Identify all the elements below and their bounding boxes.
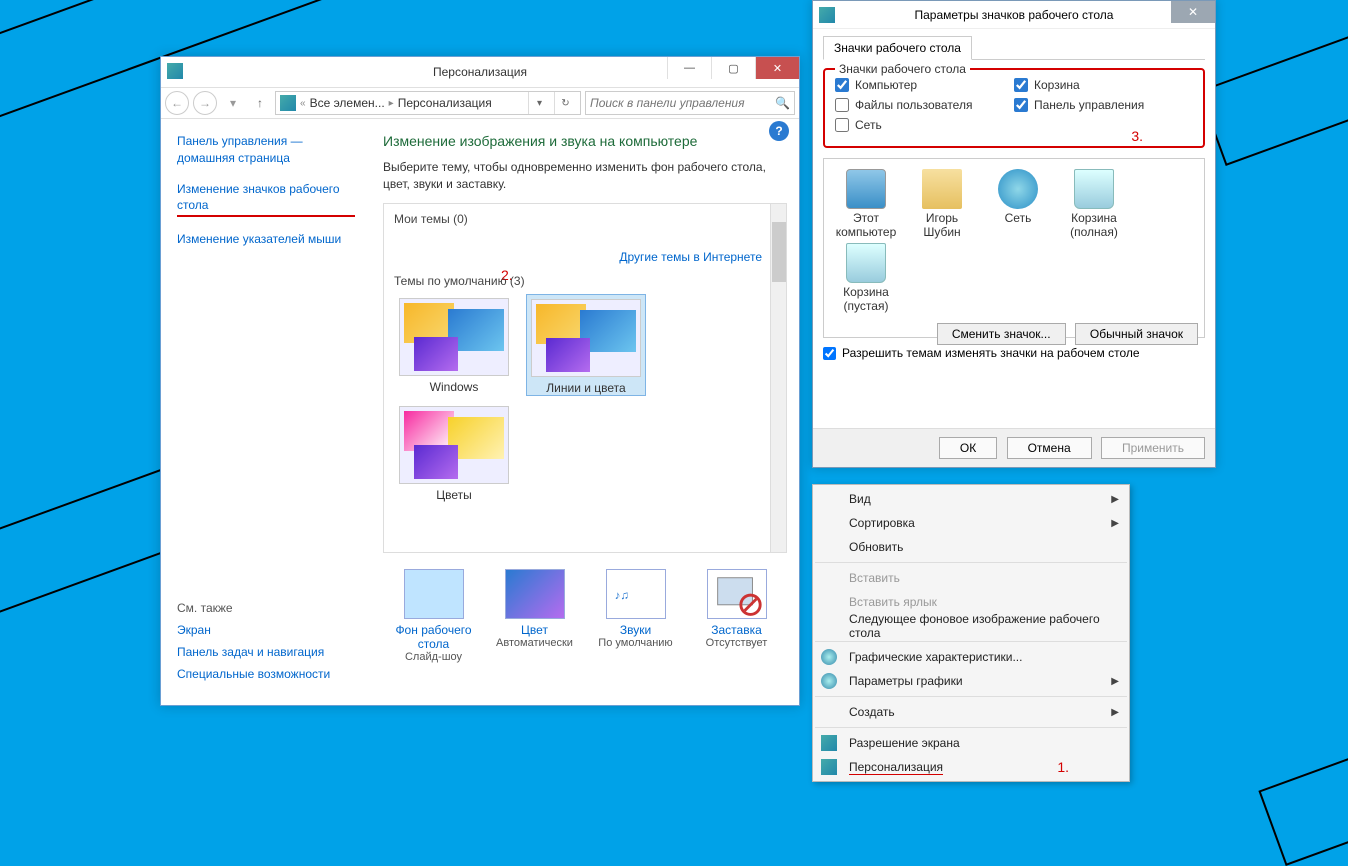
sounds-item[interactable]: ♪♫ Звуки По умолчанию: [591, 569, 681, 663]
icon-bin-empty[interactable]: Корзина (пустая): [830, 243, 902, 313]
themes-panel: Мои темы (0) Другие темы в Интернете Тем…: [383, 203, 787, 553]
breadcrumb-prev[interactable]: Все элемен...: [310, 96, 385, 110]
sidebar-home-link[interactable]: Панель управления — домашняя страница: [177, 133, 361, 167]
see-also-heading: См. также: [177, 601, 330, 615]
tab-desktop-icons[interactable]: Значки рабочего стола: [823, 36, 972, 60]
scrollbar[interactable]: [770, 204, 786, 552]
theme-lines-colors[interactable]: Линии и цвета: [526, 294, 646, 396]
help-button[interactable]: ?: [769, 121, 789, 141]
desktop-icons-dialog: Параметры значков рабочего стола ✕ Значк…: [812, 0, 1216, 468]
check-recycle-bin[interactable]: Корзина: [1014, 78, 1193, 92]
screensaver-item[interactable]: Заставка Отсутствует: [692, 569, 782, 663]
menu-refresh[interactable]: Обновить: [813, 535, 1129, 559]
bottom-options: Фон рабочего стола Слайд-шоу Цвет Автома…: [383, 569, 787, 663]
check-control-panel[interactable]: Панель управления: [1014, 98, 1193, 112]
menu-graphics-properties[interactable]: Графические характеристики...: [813, 645, 1129, 669]
address-dropdown[interactable]: ▾: [528, 92, 550, 114]
search-box[interactable]: 🔍: [585, 91, 795, 115]
titlebar[interactable]: Персонализация — ▢ ✕: [161, 57, 799, 87]
menu-paste[interactable]: Вставить: [813, 566, 1129, 590]
icon-preview-box: Этот компьютер Игорь Шубин Сеть Корзина …: [823, 158, 1205, 338]
address-bar[interactable]: « Все элемен... ▸ Персонализация ▾ ↻: [275, 91, 581, 115]
close-button[interactable]: ✕: [755, 57, 799, 79]
display-icon: [821, 735, 837, 751]
personalization-window: Персонализация — ▢ ✕ ← → ▾ ↑ « Все элеме…: [160, 56, 800, 706]
refresh-button[interactable]: ↻: [554, 92, 576, 114]
dialog-icon: [819, 7, 835, 23]
search-icon: 🔍: [775, 96, 790, 110]
window-title: Персонализация: [433, 65, 527, 79]
see-also-link[interactable]: Панель задач и навигация: [177, 645, 330, 659]
annotation-3: 3.: [1131, 128, 1143, 144]
dialog-title: Параметры значков рабочего стола: [915, 8, 1114, 22]
menu-sort[interactable]: Сортировка▶: [813, 511, 1129, 535]
personalize-icon: [821, 759, 837, 775]
groupbox-legend: Значки рабочего стола: [835, 62, 970, 76]
menu-personalize[interactable]: Персонализация: [813, 755, 1129, 779]
up-button[interactable]: ↑: [249, 92, 271, 114]
maximize-button[interactable]: ▢: [711, 57, 755, 79]
change-icon-button[interactable]: Сменить значок...: [937, 323, 1066, 345]
see-also-link[interactable]: Экран: [177, 623, 330, 637]
apply-button[interactable]: Применить: [1101, 437, 1205, 459]
menu-screen-resolution[interactable]: Разрешение экрана: [813, 731, 1129, 755]
cancel-button[interactable]: Отмена: [1007, 437, 1092, 459]
see-also-link[interactable]: Специальные возможности: [177, 667, 330, 681]
menu-new[interactable]: Создать▶: [813, 700, 1129, 724]
check-user-files[interactable]: Файлы пользователя: [835, 98, 1014, 112]
sidebar: Панель управления — домашняя страница Из…: [161, 119, 371, 705]
app-icon: [167, 63, 183, 79]
icon-user[interactable]: Игорь Шубин: [906, 169, 978, 239]
default-themes-label: Темы по умолчанию (3): [394, 274, 768, 288]
chevron-right-icon: ▸: [389, 98, 394, 109]
icon-this-pc[interactable]: Этот компьютер: [830, 169, 902, 239]
recent-dropdown[interactable]: ▾: [221, 91, 245, 115]
desktop-context-menu: Вид▶ Сортировка▶ Обновить Вставить Встав…: [812, 484, 1130, 782]
main-content: ? Изменение изображения и звука на компь…: [371, 119, 799, 705]
intel-icon: [821, 673, 837, 689]
menu-view[interactable]: Вид▶: [813, 487, 1129, 511]
menu-paste-shortcut[interactable]: Вставить ярлык: [813, 590, 1129, 614]
forward-button[interactable]: →: [193, 91, 217, 115]
sidebar-change-cursors-link[interactable]: Изменение указателей мыши: [177, 231, 361, 248]
back-button[interactable]: ←: [165, 91, 189, 115]
minimize-button[interactable]: —: [667, 57, 711, 79]
svg-text:♪♫: ♪♫: [614, 590, 628, 602]
intel-icon: [821, 649, 837, 665]
menu-next-background[interactable]: Следующее фоновое изображение рабочего с…: [813, 614, 1129, 638]
icon-network[interactable]: Сеть: [982, 169, 1054, 239]
check-network[interactable]: Сеть: [835, 118, 1014, 132]
my-themes-label: Мои темы (0): [394, 212, 768, 226]
address-icon: [280, 95, 296, 111]
menu-graphics-parameters[interactable]: Параметры графики▶: [813, 669, 1129, 693]
dialog-close-button[interactable]: ✕: [1171, 1, 1215, 23]
icons-groupbox: Значки рабочего стола Компьютер Корзина …: [823, 68, 1205, 148]
nav-toolbar: ← → ▾ ↑ « Все элемен... ▸ Персонализация…: [161, 87, 799, 119]
dialog-titlebar[interactable]: Параметры значков рабочего стола ✕: [813, 1, 1215, 29]
dialog-button-row: ОК Отмена Применить: [813, 428, 1215, 467]
annotation-1: 1.: [1057, 759, 1069, 775]
check-computer[interactable]: Компьютер: [835, 78, 1014, 92]
ok-button[interactable]: ОК: [939, 437, 997, 459]
page-subtext: Выберите тему, чтобы одновременно измени…: [383, 159, 787, 193]
icon-bin-full[interactable]: Корзина (полная): [1058, 169, 1130, 239]
sidebar-change-icons-link[interactable]: Изменение значков рабочего стола: [177, 181, 355, 218]
breadcrumb-current[interactable]: Персонализация: [398, 96, 492, 110]
chevron-left-icon: «: [300, 98, 306, 109]
search-input[interactable]: [590, 96, 775, 110]
allow-themes-checkbox[interactable]: Разрешить темам изменять значки на рабоч…: [823, 346, 1205, 360]
desktop-background-item[interactable]: Фон рабочего стола Слайд-шоу: [389, 569, 479, 663]
color-item[interactable]: Цвет Автоматически: [490, 569, 580, 663]
default-icon-button[interactable]: Обычный значок: [1075, 323, 1198, 345]
theme-windows[interactable]: Windows: [394, 294, 514, 396]
themes-online-link[interactable]: Другие темы в Интернете: [394, 250, 762, 264]
theme-flowers[interactable]: Цветы: [394, 402, 514, 502]
page-heading: Изменение изображения и звука на компьют…: [383, 133, 787, 149]
